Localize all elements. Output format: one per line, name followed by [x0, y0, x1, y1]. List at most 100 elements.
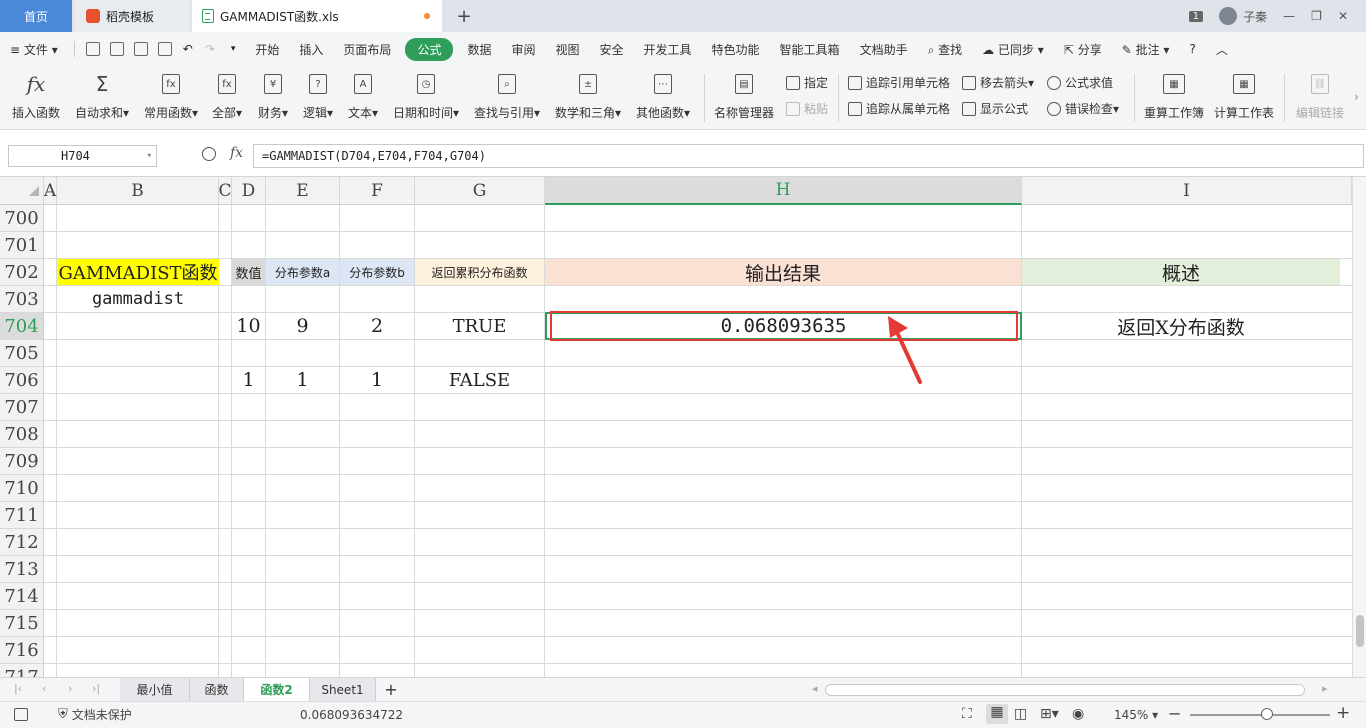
first-sheet-icon[interactable]: |‹ — [14, 682, 22, 695]
trace-precedents-button[interactable]: 追踪引用单元格 — [848, 74, 950, 91]
lookup-button[interactable]: ⌕ 查找与引用▾ — [474, 70, 540, 121]
row-header-712[interactable]: 712 — [0, 529, 44, 556]
row-header-700[interactable]: 700 — [0, 205, 44, 232]
save-icon[interactable] — [85, 42, 100, 56]
common-functions-button[interactable]: fx 常用函数▾ — [144, 70, 198, 121]
menu-security[interactable]: 安全 — [590, 41, 634, 58]
cell-f704[interactable]: 2 — [340, 313, 414, 339]
column-header-c[interactable]: C — [219, 177, 232, 205]
column-header-a[interactable]: A — [44, 177, 57, 205]
scroll-right-icon[interactable]: ▸ — [1322, 682, 1328, 695]
row-header-717[interactable]: 717 — [0, 664, 44, 677]
logic-button[interactable]: ? 逻辑▾ — [303, 70, 333, 121]
cell-g704[interactable]: TRUE — [415, 313, 544, 339]
window-count-badge[interactable]: 1 — [1188, 10, 1204, 22]
column-header-f[interactable]: F — [340, 177, 415, 205]
row-header-705[interactable]: 705 — [0, 340, 44, 367]
row-header-703[interactable]: 703 — [0, 286, 44, 313]
menu-page-layout[interactable]: 页面布局 — [333, 41, 401, 58]
menu-start[interactable]: 开始 — [245, 41, 289, 58]
new-tab-button[interactable]: + — [452, 0, 476, 32]
insert-function-button[interactable]: fx 插入函数 — [12, 70, 60, 121]
name-manager-button[interactable]: ▤ 名称管理器 — [714, 70, 774, 121]
column-header-h[interactable]: H — [545, 177, 1022, 205]
row-header-701[interactable]: 701 — [0, 232, 44, 259]
scroll-left-icon[interactable]: ◂ — [812, 682, 818, 695]
row-header-704[interactable]: 704 — [0, 313, 44, 340]
row-header-710[interactable]: 710 — [0, 475, 44, 502]
row-header-709[interactable]: 709 — [0, 448, 44, 475]
document-status-icon[interactable] — [14, 708, 28, 721]
redo-icon[interactable]: ↷ — [205, 42, 215, 56]
cell-d702[interactable]: 数值 — [232, 259, 265, 285]
close-icon[interactable]: ✕ — [1338, 9, 1348, 23]
autosum-button[interactable]: Σ 自动求和▾ — [75, 70, 129, 121]
zoom-lens-icon[interactable] — [202, 147, 216, 161]
cell-e704[interactable]: 9 — [266, 313, 339, 339]
vertical-scrollbar[interactable] — [1352, 177, 1366, 677]
quick-access-more-icon[interactable]: ▾ — [231, 44, 236, 54]
undo-icon[interactable]: ↶ — [183, 42, 193, 56]
print-preview-icon[interactable] — [157, 42, 172, 56]
file-menu[interactable]: ≡ 文件 ▾ — [0, 41, 68, 58]
menu-developer[interactable]: 开发工具 — [634, 41, 702, 58]
menu-formulas[interactable]: 公式 — [405, 37, 454, 61]
cell-h702[interactable]: 输出结果 — [545, 259, 1021, 285]
insert-function-fx-icon[interactable]: fx — [230, 145, 243, 161]
other-functions-button[interactable]: ⋯ 其他函数▾ — [636, 70, 690, 121]
sheet-tab-function[interactable]: 函数 — [190, 678, 244, 701]
cell-e702[interactable]: 分布参数a — [266, 259, 339, 285]
sync-button[interactable]: ☁ 已同步 ▾ — [972, 41, 1054, 58]
text-button[interactable]: A 文本▾ — [348, 70, 378, 121]
sheet-tab-min[interactable]: 最小值 — [120, 678, 190, 701]
menu-data[interactable]: 数据 — [457, 41, 501, 58]
user-area[interactable]: 子秦 — [1219, 7, 1267, 25]
calc-sheet-button[interactable]: ▦ 计算工作表 — [1214, 70, 1274, 121]
column-header-e[interactable]: E — [266, 177, 340, 205]
row-header-707[interactable]: 707 — [0, 394, 44, 421]
next-sheet-icon[interactable]: › — [68, 682, 72, 695]
collapse-ribbon-icon[interactable]: ︿ — [1206, 41, 1238, 58]
math-button[interactable]: ± 数学和三角▾ — [555, 70, 621, 121]
finance-button[interactable]: ¥ 财务▾ — [258, 70, 288, 121]
tab-document[interactable]: GAMMADIST函数.xls — [192, 0, 442, 32]
sheet-tab-sheet1[interactable]: Sheet1 — [310, 678, 376, 701]
row-header-702[interactable]: 702 — [0, 259, 44, 286]
show-formulas-button[interactable]: 显示公式 — [962, 100, 1028, 117]
search-button[interactable]: ⌕ 查找 — [918, 41, 973, 58]
share-button[interactable]: ⇱ 分享 — [1054, 41, 1112, 58]
prev-sheet-icon[interactable]: ‹ — [42, 682, 46, 695]
cell-e706[interactable]: 1 — [266, 367, 339, 393]
add-sheet-button[interactable]: + — [380, 678, 402, 701]
cell-g702[interactable]: 返回累积分布函数 — [415, 259, 544, 285]
column-header-g[interactable]: G — [415, 177, 545, 205]
cell-d704[interactable]: 10 — [232, 313, 265, 339]
help-button[interactable]: ? — [1179, 42, 1205, 56]
sheet-tab-function2[interactable]: 函数2 — [244, 678, 310, 701]
vertical-scroll-thumb[interactable] — [1356, 615, 1364, 647]
restore-icon[interactable]: ❐ — [1311, 9, 1322, 23]
eye-protection-icon[interactable]: ◉ — [1072, 706, 1084, 722]
fullscreen-icon[interactable]: ⛶ — [962, 706, 972, 722]
menu-view[interactable]: 视图 — [545, 41, 589, 58]
last-sheet-icon[interactable]: ›| — [92, 682, 100, 695]
cell-g706[interactable]: FALSE — [415, 367, 544, 393]
tab-home[interactable]: 首页 — [0, 0, 72, 32]
protection-status[interactable]: ⛨ 文档未保护 — [58, 706, 132, 723]
chevron-down-icon[interactable]: ▾ — [147, 146, 152, 166]
cell-f706[interactable]: 1 — [340, 367, 414, 393]
comment-button[interactable]: ✎ 批注 ▾ — [1112, 41, 1180, 58]
cell-b702[interactable]: GAMMADIST函数 — [57, 259, 219, 285]
specify-button[interactable]: 指定 — [786, 74, 828, 91]
spreadsheet-grid[interactable]: A B C D E F G H I 700 701 702 703 704 70… — [0, 177, 1352, 677]
menu-features[interactable]: 特色功能 — [702, 41, 770, 58]
minimize-icon[interactable]: — — [1283, 9, 1295, 23]
normal-view-icon[interactable]: ▦ — [986, 704, 1008, 724]
column-header-d[interactable]: D — [232, 177, 266, 205]
cell-i704[interactable]: 返回X分布函数 — [1022, 313, 1340, 339]
row-header-716[interactable]: 716 — [0, 637, 44, 664]
row-header-711[interactable]: 711 — [0, 502, 44, 529]
horizontal-scrollbar[interactable] — [825, 684, 1305, 696]
recalc-workbook-button[interactable]: ▦ 重算工作簿 — [1144, 70, 1204, 121]
datetime-button[interactable]: ◷ 日期和时间▾ — [393, 70, 459, 121]
